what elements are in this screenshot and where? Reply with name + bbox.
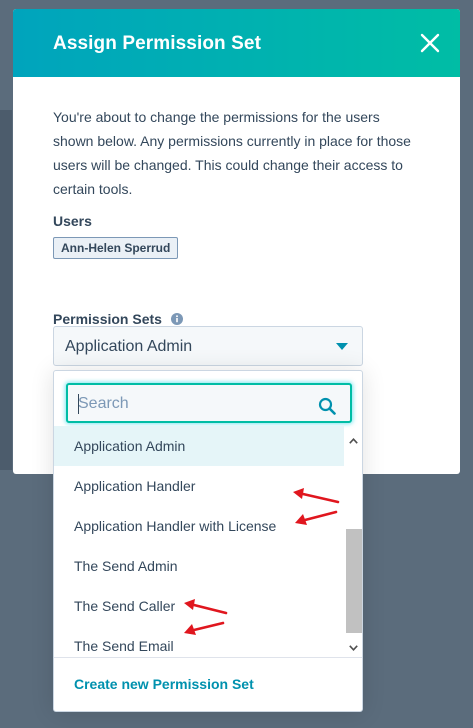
- users-label: Users: [53, 213, 92, 229]
- permission-sets-label-row: Permission Sets: [53, 311, 420, 327]
- permission-set-dropdown: Application Admin Application Handler Ap…: [53, 370, 363, 712]
- modal-header: Assign Permission Set: [13, 9, 460, 77]
- scroll-up-icon[interactable]: [349, 438, 358, 444]
- option-application-handler-with-license[interactable]: Application Handler with License: [54, 506, 344, 546]
- search-box[interactable]: [66, 383, 352, 423]
- scroll-down-icon[interactable]: [349, 645, 358, 651]
- close-icon[interactable]: [418, 31, 442, 55]
- select-value: Application Admin: [65, 338, 193, 355]
- scroll-thumb[interactable]: [346, 529, 362, 633]
- intro-text: You're about to change the permissions f…: [53, 109, 411, 197]
- permission-sets-label: Permission Sets: [53, 311, 162, 327]
- search-input[interactable]: [78, 393, 308, 415]
- modal-title: Assign Permission Set: [53, 33, 262, 54]
- scroll-track[interactable]: [346, 454, 362, 634]
- caret-down-icon: [336, 343, 348, 350]
- search-icon[interactable]: [318, 397, 336, 415]
- options-list: Application Admin Application Handler Ap…: [54, 426, 344, 656]
- option-the-send-admin[interactable]: The Send Admin: [54, 546, 344, 586]
- backdrop-content: [0, 110, 12, 470]
- create-permission-set-link[interactable]: Create new Permission Set: [74, 676, 254, 692]
- option-the-send-caller[interactable]: The Send Caller: [54, 586, 344, 626]
- info-icon[interactable]: [170, 313, 183, 325]
- dropdown-divider: [54, 657, 362, 658]
- text-cursor: [78, 394, 79, 414]
- option-application-handler[interactable]: Application Handler: [54, 466, 344, 506]
- options-scrollbar[interactable]: [344, 430, 362, 658]
- modal-body: You're about to change the permissions f…: [13, 77, 460, 327]
- user-tag: Ann-Helen Sperrud: [53, 237, 179, 259]
- option-application-admin[interactable]: Application Admin: [54, 426, 344, 466]
- permission-set-select[interactable]: Application Admin: [53, 326, 363, 366]
- option-the-send-email[interactable]: The Send Email: [54, 626, 344, 656]
